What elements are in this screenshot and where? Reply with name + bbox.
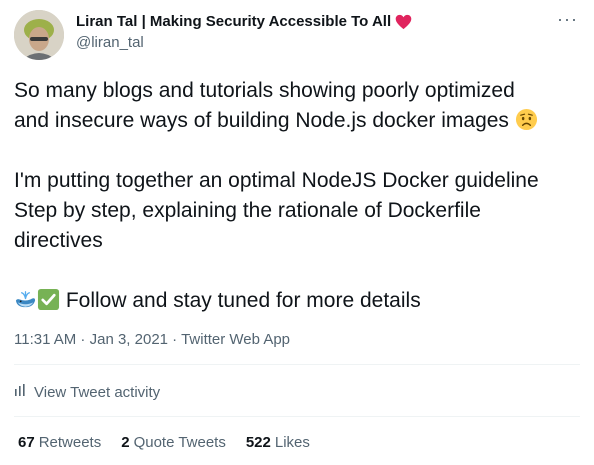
tweet-line: Step by step, explaining the rationale o… [14,199,481,222]
quote-tweets-label: Quote Tweets [133,434,226,451]
tweet-meta: 11:31 AM · Jan 3, 2021 · Twitter Web App [14,331,290,348]
view-tweet-activity-link[interactable]: View Tweet activity [14,383,160,401]
tweet-line: and insecure ways of building Node.js do… [14,106,584,136]
avatar-image [14,10,64,60]
tweet-card: Liran Tal | Making Security Accessible T… [0,0,594,465]
tweet-line-text: Follow and stay tuned for more details [65,289,421,312]
engagement-stats: 67 Retweets 2 Quote Tweets 522 Likes [18,434,310,451]
tweet-source[interactable]: Twitter Web App [181,331,290,348]
tweet-text: So many blogs and tutorials showing poor… [14,76,584,316]
likes-label: Likes [274,434,310,451]
red-heart-icon [395,14,412,30]
quote-tweets-count: 2 [121,434,130,451]
author-handle[interactable]: @liran_tal [76,34,144,51]
likes-stat[interactable]: 522 Likes [246,434,310,451]
divider [14,364,580,365]
retweets-stat[interactable]: 67 Retweets [18,434,101,451]
more-options-button[interactable]: ··· [557,10,578,28]
quote-tweets-stat[interactable]: 2 Quote Tweets [121,434,226,451]
tweet-line: Follow and stay tuned for more details [14,286,584,316]
tweet-line: So many blogs and tutorials showing poor… [14,79,515,102]
retweets-count: 67 [18,434,35,451]
tweet-line-text: and insecure ways of building Node.js do… [14,109,509,132]
view-tweet-activity-label: View Tweet activity [34,383,161,401]
bar-chart-icon [14,383,28,401]
likes-count: 522 [245,434,271,451]
worried-face-icon [515,108,538,131]
avatar[interactable] [14,10,64,60]
author-display-name[interactable]: Liran Tal | Making Security Accessible T… [76,13,391,30]
spouting-whale-icon [14,288,37,311]
meta-separator: · [76,331,90,348]
meta-separator: · [168,331,182,348]
tweet-line: directives [14,229,103,252]
retweets-label: Retweets [38,434,102,451]
tweet-time[interactable]: 11:31 AM [14,331,76,348]
tweet-line: I'm putting together an optimal NodeJS D… [14,169,539,192]
check-mark-button-icon [37,288,60,311]
divider [14,416,580,417]
tweet-date[interactable]: Jan 3, 2021 [90,331,168,348]
author-name-row[interactable]: Liran Tal | Making Security Accessible T… [76,13,412,30]
